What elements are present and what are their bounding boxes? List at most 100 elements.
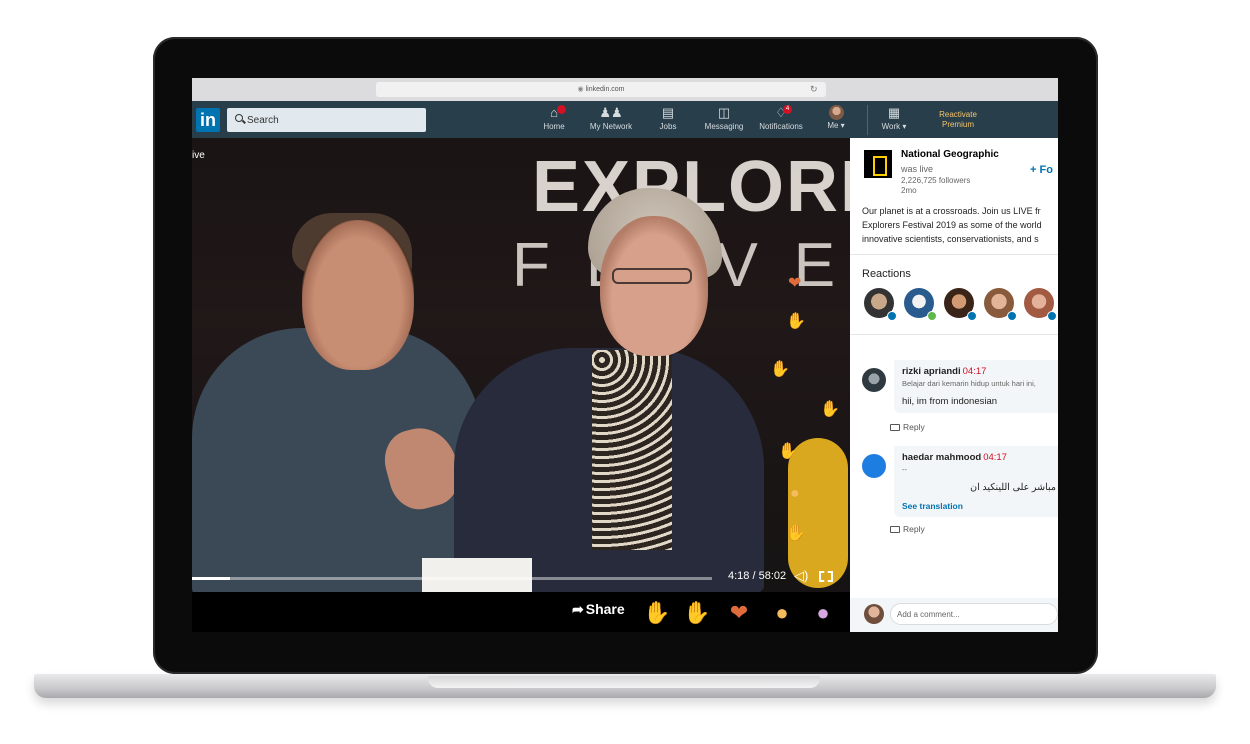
comment-timestamp[interactable]: 04:17: [983, 452, 1007, 463]
laptop-notch: [428, 676, 820, 688]
reactor-avatar[interactable]: [984, 288, 1017, 321]
people-icon: ♟♟: [599, 105, 623, 120]
comment-text: مباشر على اللينكيد ان: [970, 482, 1056, 493]
reactor-avatar[interactable]: [944, 288, 977, 321]
browser-address-bar: ◉ linkedin.com ↻: [192, 78, 1058, 101]
url-field[interactable]: ◉ linkedin.com: [376, 82, 826, 97]
home-badge-dot: [557, 105, 566, 114]
commenter-avatar[interactable]: [862, 454, 886, 478]
reply-label: Reply: [903, 422, 925, 432]
reactivate-premium-link[interactable]: Reactivate Premium: [930, 110, 986, 130]
org-followers: 2,226,725 followers: [901, 176, 971, 185]
reply-label: Reply: [903, 524, 925, 534]
speaker-woman-blouse: [592, 350, 672, 550]
comment-author[interactable]: haedar mahmood: [902, 452, 981, 463]
like-reaction-button[interactable]: ✋: [642, 598, 672, 628]
reactor-avatar[interactable]: [864, 288, 897, 321]
curious-reaction-button[interactable]: ●: [808, 598, 838, 628]
post-text-line: innovative scientists, conservationists,…: [862, 234, 1039, 244]
clap-reaction-icon: ✋: [778, 443, 798, 460]
post-description: Our planet is at a crossroads. Join us L…: [862, 204, 1058, 246]
celebrate-reaction-button[interactable]: ✋: [682, 598, 712, 628]
reply-icon: [890, 526, 900, 533]
like-badge-icon: [1047, 311, 1057, 321]
speaker-woman-head: [600, 216, 708, 356]
nav-messaging[interactable]: ◫ Messaging: [701, 104, 747, 138]
nav-me[interactable]: Me ▾: [825, 104, 847, 138]
avatar: [828, 105, 844, 120]
like-reaction-icon: ✋: [770, 361, 790, 378]
laptop-screen: ◉linkedin.com ↻ in ⌂ Home ♟♟ My Network …: [192, 78, 1058, 632]
nav-notifications-label: Notifications: [759, 122, 803, 131]
chevron-down-icon: ▾: [838, 121, 845, 130]
bell-icon: ♢: [775, 105, 787, 120]
video-frame: EXPLORE FEIVE ive ❤ ✋ ✋ ✋ ✋ ● ✋: [192, 138, 850, 592]
briefcase-icon: ▤: [661, 105, 675, 120]
see-translation-link[interactable]: See translation: [902, 501, 1056, 511]
fullscreen-icon[interactable]: [819, 571, 833, 582]
video-progress-fill: [192, 577, 231, 580]
live-reaction-bar: ➦ Share ✋ ✋ ❤ ● ●: [192, 592, 850, 632]
comment-author[interactable]: rizki apriandi: [902, 366, 961, 377]
linkedin-logo[interactable]: in: [196, 108, 220, 132]
note-cards: [422, 558, 532, 592]
reload-icon[interactable]: ↻: [810, 82, 818, 97]
like-reaction-icon: ✋: [820, 401, 840, 418]
commenter-headline: --: [902, 465, 907, 474]
reply-button[interactable]: Reply: [890, 422, 925, 432]
share-button[interactable]: ➦ Share: [572, 601, 625, 618]
live-side-panel: National Geographic was live 2,226,725 f…: [850, 138, 1058, 632]
idea-reaction-icon: ●: [790, 485, 800, 502]
divider: [850, 254, 1058, 255]
reply-icon: [890, 424, 900, 431]
avatar: [864, 604, 884, 624]
nav-notifications[interactable]: ♢ Notifications 4: [755, 104, 807, 138]
video-time-readout: 4:18 / 58:02: [728, 570, 787, 582]
notifications-badge: 4: [783, 105, 792, 114]
nav-home[interactable]: ⌂ Home: [540, 104, 568, 138]
reactions-heading: Reactions: [862, 268, 911, 280]
follow-button[interactable]: + Fo: [1030, 164, 1053, 176]
clap-reaction-icon: ✋: [786, 525, 806, 542]
nav-messaging-label: Messaging: [704, 122, 744, 131]
speaker-man-head: [302, 220, 414, 370]
comment-input[interactable]: [890, 603, 1058, 625]
like-badge-icon: [967, 311, 977, 321]
nav-me-label: Me: [827, 121, 839, 130]
love-reaction-button[interactable]: ❤: [724, 598, 754, 628]
live-label: ive: [192, 150, 205, 161]
reply-button[interactable]: Reply: [890, 524, 925, 534]
clap-reaction-icon: ✋: [786, 313, 806, 330]
nav-home-label: Home: [543, 122, 565, 131]
url-text: linkedin.com: [585, 86, 625, 93]
divider: [850, 334, 1058, 335]
search-icon: [235, 114, 243, 122]
video-progress-bar[interactable]: [192, 577, 712, 580]
share-arrow-icon: ➦: [572, 601, 584, 617]
org-name[interactable]: National Geographic: [901, 149, 999, 160]
lock-icon: ◉: [577, 86, 584, 93]
grid-icon: ▦: [887, 105, 901, 120]
commenter-avatar[interactable]: [862, 368, 886, 392]
reactor-avatar[interactable]: [904, 288, 937, 321]
nav-my-network-label: My Network: [589, 122, 633, 131]
nav-jobs[interactable]: ▤ Jobs: [655, 104, 681, 138]
comment-text: hii, im from indonesian: [902, 396, 998, 407]
chevron-down-icon: ▾: [900, 122, 907, 131]
chair: [788, 438, 848, 588]
nav-my-network[interactable]: ♟♟ My Network: [585, 104, 637, 138]
comment-bubble: haedar mahmood 04:17 -- مباشر على اللينكي…: [894, 446, 1058, 517]
post-text-line: Our planet is at a crossroads. Join us L…: [862, 206, 1041, 216]
reactor-avatar[interactable]: [1024, 288, 1057, 321]
comment-timestamp[interactable]: 04:17: [963, 366, 987, 377]
national-geographic-logo[interactable]: [864, 150, 892, 178]
volume-icon[interactable]: ◁): [794, 568, 808, 584]
like-badge-icon: [1007, 311, 1017, 321]
nav-work[interactable]: ▦ Work ▾: [877, 104, 911, 138]
video-player[interactable]: EXPLORE FEIVE ive ❤ ✋ ✋ ✋ ✋ ● ✋: [192, 138, 850, 632]
search-input[interactable]: [247, 108, 417, 132]
search-box[interactable]: [227, 108, 426, 132]
post-age: 2mo: [901, 186, 917, 195]
like-badge-icon: [887, 311, 897, 321]
insightful-reaction-button[interactable]: ●: [767, 598, 797, 628]
